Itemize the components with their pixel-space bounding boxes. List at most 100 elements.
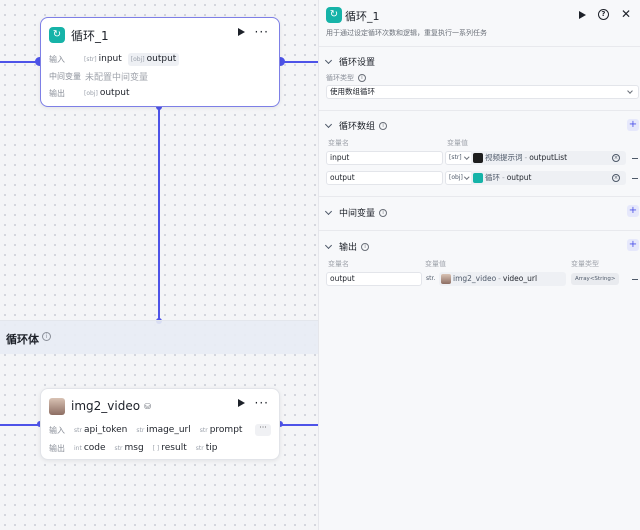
- more-icon[interactable]: ···: [255, 397, 269, 409]
- video-node-input-row: 输入 str api_token str image_url str prompt: [49, 423, 248, 437]
- loop-node-intermediate-row: 中间变量 未配置中间变量: [49, 69, 148, 83]
- more-params-button[interactable]: ···: [255, 424, 271, 436]
- param-name: api_token: [83, 425, 128, 435]
- output-type-badge: Array<String>: [571, 273, 620, 285]
- variable-name-input[interactable]: output: [326, 171, 443, 185]
- loop-node-header: ↻ 循环_1: [49, 26, 109, 44]
- loop-node-actions: ···: [237, 26, 269, 38]
- variable-type: [str]: [449, 154, 462, 161]
- clear-icon[interactable]: ×: [612, 154, 620, 162]
- variable-reference[interactable]: 视频提示词 - outputList: [471, 151, 626, 165]
- loop-type-value: 使用数组循环: [330, 87, 375, 96]
- type-tag: str: [195, 444, 204, 452]
- loop-type-select[interactable]: 使用数组循环: [326, 85, 639, 99]
- video-node-title: img2_video: [71, 399, 141, 413]
- close-icon[interactable]: ✕: [621, 8, 631, 20]
- chevron-down-icon: [324, 56, 333, 64]
- param-chip: int code: [71, 442, 109, 455]
- column-header-type: 变量类型: [571, 260, 599, 268]
- clear-icon[interactable]: ×: [612, 174, 620, 182]
- panel-description: 用于通过设定循环次数和逻辑，重复执行一系列任务: [326, 29, 487, 37]
- section-title: 输出: [339, 243, 358, 253]
- remove-row-icon[interactable]: [632, 178, 638, 179]
- add-output-button[interactable]: +: [627, 239, 639, 251]
- chevron-down-icon: [627, 88, 633, 94]
- loop-icon: [473, 173, 483, 183]
- database-icon: ⛁: [144, 401, 151, 411]
- outgoing-wire-video: [280, 424, 318, 426]
- output-name-input[interactable]: output: [326, 272, 422, 286]
- param-name: image_url: [146, 425, 191, 435]
- video-node-actions: ···: [237, 397, 269, 409]
- reference-field: video_url: [502, 274, 538, 283]
- run-icon[interactable]: [578, 10, 586, 19]
- type-tag: [obj]: [130, 55, 145, 63]
- param-name: prompt: [209, 425, 243, 435]
- info-icon[interactable]: i: [358, 74, 366, 82]
- img2-video-node[interactable]: img2_video ⛁ ··· 输入 str api_token str image…: [40, 388, 280, 460]
- variable-type-select[interactable]: [obj]: [445, 171, 473, 185]
- reference-node: img2_video: [453, 274, 497, 283]
- section-title: 循环设置: [339, 58, 376, 68]
- intermediate-variables-section: 中间变量 i +: [319, 196, 640, 230]
- run-icon[interactable]: [237, 399, 245, 407]
- type-tag: str: [114, 444, 123, 452]
- loop-settings-section: 循环设置 循环类型 i 使用数组循环: [319, 46, 640, 110]
- info-icon[interactable]: i: [361, 242, 370, 251]
- section-title: 循环数组: [339, 122, 376, 132]
- info-icon[interactable]: i: [379, 121, 388, 130]
- chevron-down-icon: [324, 207, 333, 215]
- output-reference[interactable]: img2_video - video_url: [439, 272, 566, 286]
- remove-row-icon[interactable]: [632, 279, 638, 280]
- type-tag: [str]: [84, 55, 97, 63]
- add-intermediate-button[interactable]: +: [627, 205, 639, 217]
- column-header-value: 变量值: [447, 139, 468, 147]
- column-header-name: 变量名: [328, 260, 349, 268]
- type-tag: [obj]: [84, 89, 98, 97]
- variable-type: [obj]: [449, 174, 463, 181]
- loop-icon: ↻: [326, 7, 342, 23]
- variable-reference[interactable]: 循环 - output: [471, 171, 626, 185]
- panel-header: ↻ 循环_1 用于通过设定循环次数和逻辑，重复执行一系列任务 ? ✕: [319, 0, 640, 42]
- reference-node: 循环: [485, 173, 500, 182]
- param-chip: str tip: [193, 442, 221, 455]
- node-icon: [473, 153, 483, 163]
- variable-type-select[interactable]: [str]: [445, 151, 473, 165]
- add-loop-array-button[interactable]: +: [627, 119, 639, 131]
- section-title: 中间变量: [339, 209, 376, 219]
- section-header[interactable]: 循环设置: [324, 55, 376, 68]
- run-icon[interactable]: [237, 28, 245, 36]
- outgoing-wire-loop: [280, 61, 318, 63]
- param-chip: [ ] result: [150, 442, 190, 455]
- param-chip: str image_url: [133, 424, 193, 437]
- loop-array-section: 循环数组 i + 变量名 变量值 input [str] 视频提示词 - out…: [319, 110, 640, 196]
- loop-type-label-wrap: 循环类型 i: [326, 73, 366, 83]
- variable-name-input[interactable]: input: [326, 151, 443, 165]
- info-icon[interactable]: i: [42, 332, 51, 341]
- loop-node[interactable]: ↻ 循环_1 ··· 输入 [str] input [obj] output 中…: [40, 17, 280, 107]
- param-name: msg: [124, 443, 144, 453]
- info-icon[interactable]: i: [379, 208, 388, 217]
- param-name: input: [98, 54, 122, 64]
- section-header[interactable]: 中间变量 i: [324, 206, 388, 219]
- remove-row-icon[interactable]: [632, 158, 638, 159]
- incoming-wire-video: [0, 424, 40, 426]
- panel-actions: ? ✕: [578, 8, 631, 20]
- node-settings-panel: ↻ 循环_1 用于通过设定循环次数和逻辑，重复执行一系列任务 ? ✕ 循环设置 …: [318, 0, 640, 530]
- string-type-prefix: str.: [426, 275, 436, 282]
- type-tag: [ ]: [152, 444, 160, 452]
- param-name: result: [161, 443, 187, 453]
- help-icon[interactable]: ?: [597, 9, 609, 20]
- loop-node-output-row: 输出 [obj] output: [49, 86, 136, 100]
- workflow-canvas[interactable]: ↻ 循环_1 ··· 输入 [str] input [obj] output 中…: [0, 0, 318, 530]
- section-header[interactable]: 循环数组 i: [324, 119, 388, 132]
- chevron-down-icon: [463, 154, 469, 160]
- section-header[interactable]: 输出 i: [324, 240, 370, 253]
- more-icon[interactable]: ···: [255, 26, 269, 38]
- param-chip-output: [obj] output: [127, 52, 180, 66]
- chevron-down-icon: [463, 174, 469, 180]
- param-chip: str msg: [112, 442, 147, 455]
- incoming-wire-loop: [0, 61, 40, 63]
- panel-title: 循环_1: [345, 10, 380, 23]
- type-tag: str: [74, 426, 82, 434]
